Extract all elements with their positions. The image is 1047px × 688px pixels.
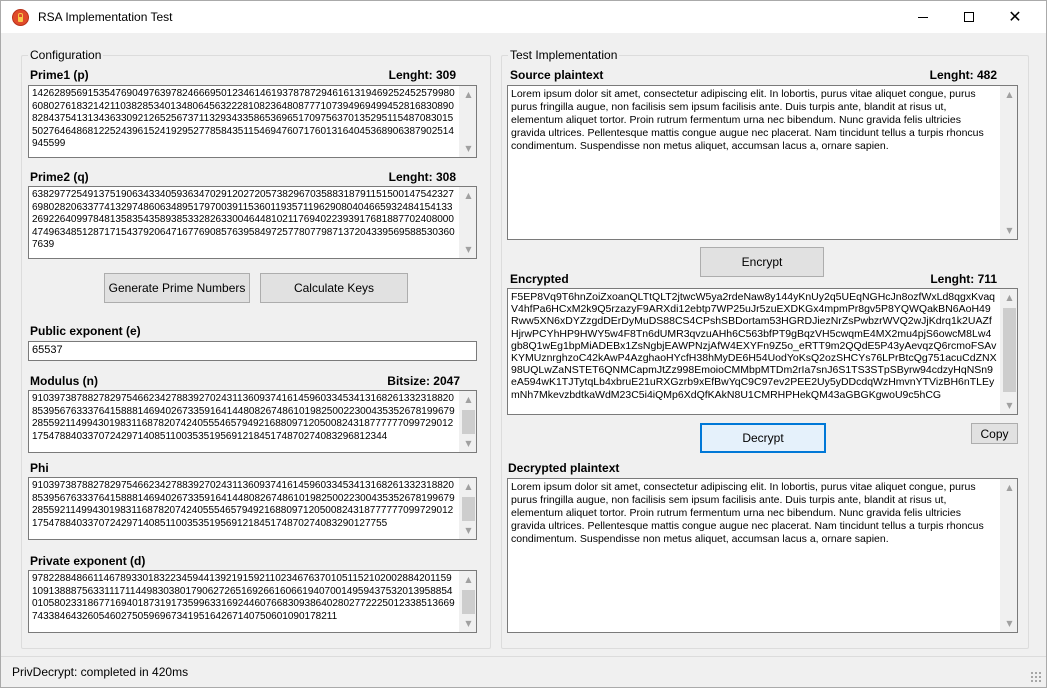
encrypted-value: F5EP8Vq9T6hnZoiZxoanQLTtQLT2jtwcW5ya2rde…	[511, 291, 997, 401]
modulus-scrollbar[interactable]: ▲ ▼	[459, 391, 476, 452]
phi-label: Phi	[30, 461, 49, 475]
scroll-down-icon[interactable]: ▼	[460, 241, 476, 258]
prime1-length-label: Lenght: 309	[388, 68, 456, 82]
scroll-down-icon[interactable]: ▼	[460, 522, 476, 539]
minimize-button[interactable]	[900, 1, 946, 33]
window-title: RSA Implementation Test	[38, 10, 173, 24]
minimize-icon	[918, 16, 928, 18]
scroll-down-icon[interactable]: ▼	[460, 615, 476, 632]
encrypted-scroll-thumb[interactable]	[1003, 308, 1016, 392]
prime1-scrollbar[interactable]: ▲ ▼	[459, 86, 476, 157]
phi-scrollbar[interactable]: ▲ ▼	[459, 478, 476, 539]
private-exponent-label: Private exponent (d)	[30, 554, 146, 568]
modulus-scroll-thumb[interactable]	[462, 410, 475, 434]
calculate-keys-button[interactable]: Calculate Keys	[260, 273, 408, 303]
title-bar[interactable]: RSA Implementation Test ✕	[1, 1, 1046, 33]
close-icon: ✕	[1008, 7, 1022, 26]
scroll-down-icon[interactable]: ▼	[460, 435, 476, 452]
private-exponent-scroll-thumb[interactable]	[462, 590, 475, 614]
decrypted-plaintext-value: Lorem ipsum dolor sit amet, consectetur …	[511, 481, 984, 545]
decrypted-plaintext-textbox[interactable]: Lorem ipsum dolor sit amet, consectetur …	[507, 478, 1018, 633]
scroll-up-icon[interactable]: ▲	[460, 478, 476, 495]
prime2-label: Prime2 (q)	[30, 170, 89, 184]
modulus-textbox[interactable]: 9103973878827829754662342788392702431136…	[28, 390, 477, 453]
test-implementation-group-title: Test Implementation	[508, 48, 620, 62]
prime2-length-label: Lenght: 308	[388, 170, 456, 184]
source-plaintext-label: Source plaintext	[510, 68, 604, 82]
prime2-scrollbar[interactable]: ▲ ▼	[459, 187, 476, 258]
resize-grip-icon[interactable]	[1030, 671, 1042, 683]
scroll-up-icon[interactable]: ▲	[460, 86, 476, 103]
generate-prime-numbers-button[interactable]: Generate Prime Numbers	[104, 273, 250, 303]
prime1-value: 1426289569153547690497639782466695012346…	[32, 88, 455, 149]
source-length-label: Lenght: 482	[929, 68, 997, 82]
scroll-up-icon[interactable]: ▲	[1001, 479, 1017, 496]
source-plaintext-textbox[interactable]: Lorem ipsum dolor sit amet, consectetur …	[507, 85, 1018, 240]
scroll-up-icon[interactable]: ▲	[1001, 86, 1017, 103]
modulus-bitsize-label: Bitsize: 2047	[387, 374, 460, 388]
source-scrollbar[interactable]: ▲ ▼	[1000, 86, 1017, 239]
status-bar: PrivDecrypt: completed in 420ms	[1, 656, 1046, 687]
scroll-down-icon[interactable]: ▼	[460, 140, 476, 157]
phi-scroll-thumb[interactable]	[462, 497, 475, 521]
scroll-down-icon[interactable]: ▼	[1001, 222, 1017, 239]
modulus-value: 9103973878827829754662342788392702431136…	[32, 393, 455, 442]
scroll-up-icon[interactable]: ▲	[460, 187, 476, 204]
private-exponent-value: 9782288486611467893301832234594413921915…	[32, 573, 455, 622]
decrypt-button[interactable]: Decrypt	[700, 423, 826, 453]
main-window: RSA Implementation Test ✕ Configuration …	[0, 0, 1047, 688]
close-button[interactable]: ✕	[992, 1, 1038, 33]
configuration-group-title: Configuration	[28, 48, 104, 62]
status-text: PrivDecrypt: completed in 420ms	[12, 665, 189, 679]
encrypted-length-label: Lenght: 711	[930, 272, 997, 286]
private-exponent-scrollbar[interactable]: ▲ ▼	[459, 571, 476, 632]
public-exponent-field[interactable]: 65537	[28, 341, 477, 361]
scroll-down-icon[interactable]: ▼	[1001, 615, 1017, 632]
encrypted-scrollbar[interactable]: ▲ ▼	[1000, 289, 1017, 414]
prime2-textbox[interactable]: 6382977254913751906343340593634702912027…	[28, 186, 477, 259]
decrypted-plaintext-label: Decrypted plaintext	[508, 461, 620, 475]
prime2-value: 6382977254913751906343340593634702912027…	[32, 189, 455, 250]
source-plaintext-value: Lorem ipsum dolor sit amet, consectetur …	[511, 88, 984, 152]
maximize-button[interactable]	[946, 1, 992, 33]
encrypted-textbox[interactable]: F5EP8Vq9T6hnZoiZxoanQLTtQLT2jtwcW5ya2rde…	[507, 288, 1018, 415]
public-exponent-label: Public exponent (e)	[30, 324, 141, 338]
phi-textbox[interactable]: 9103973878827829754662342788392702431136…	[28, 477, 477, 540]
private-exponent-textbox[interactable]: 9782288486611467893301832234594413921915…	[28, 570, 477, 633]
prime1-label: Prime1 (p)	[30, 68, 89, 82]
prime1-textbox[interactable]: 1426289569153547690497639782466695012346…	[28, 85, 477, 158]
maximize-icon	[964, 12, 974, 22]
phi-value: 9103973878827829754662342788392702431136…	[32, 480, 455, 529]
encrypt-button[interactable]: Encrypt	[700, 247, 824, 277]
lock-app-icon	[12, 9, 29, 26]
scroll-up-icon[interactable]: ▲	[460, 571, 476, 588]
modulus-label: Modulus (n)	[30, 374, 98, 388]
decrypted-scrollbar[interactable]: ▲ ▼	[1000, 479, 1017, 632]
encrypted-label: Encrypted	[510, 272, 569, 286]
copy-button[interactable]: Copy	[971, 423, 1018, 444]
scroll-down-icon[interactable]: ▼	[1001, 397, 1017, 414]
scroll-up-icon[interactable]: ▲	[460, 391, 476, 408]
scroll-up-icon[interactable]: ▲	[1001, 289, 1017, 306]
